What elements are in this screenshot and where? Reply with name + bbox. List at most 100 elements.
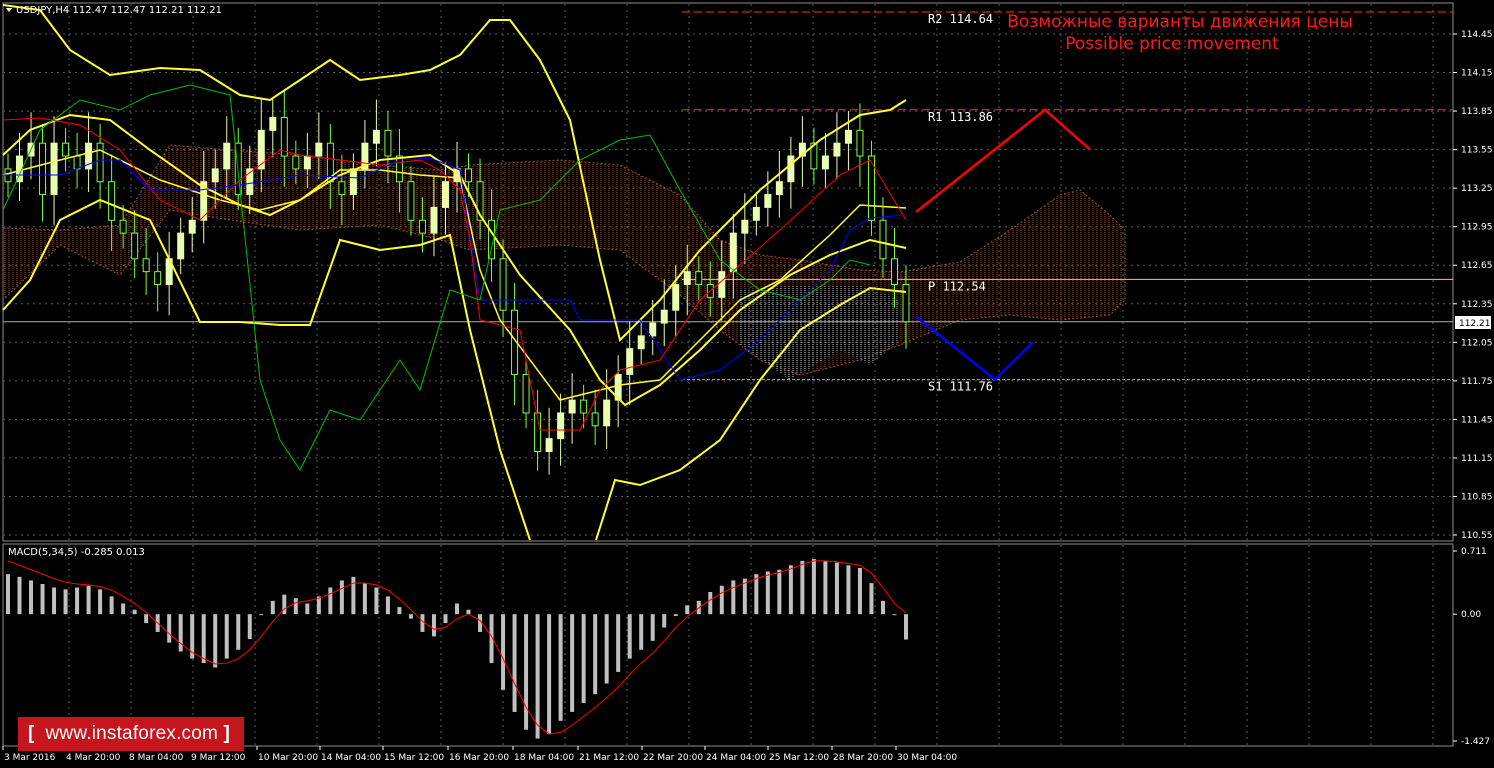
xtick-label: 30 Mar 04:00 [897, 753, 957, 763]
ytick-label: 112.35 [1461, 300, 1493, 310]
macd-bar [98, 589, 103, 615]
xtick-label: 14 Mar 04:00 [321, 753, 381, 763]
bull-candle [257, 129, 265, 170]
bear-candle [856, 129, 864, 157]
bull-candle [683, 271, 691, 285]
macd-bar [63, 589, 68, 615]
bull-candle [441, 181, 449, 208]
macd-bar [512, 614, 517, 712]
ytick-label: 111.15 [1461, 454, 1493, 464]
macd-bar [823, 560, 828, 615]
macd-bar [834, 562, 839, 615]
ytick-label: 110.55 [1461, 531, 1493, 541]
macd-bar [639, 614, 644, 650]
bear-candle [154, 271, 162, 285]
macd-bar [685, 605, 690, 615]
macd-bar [811, 559, 816, 615]
macd-bar [408, 614, 413, 619]
bear-candle [879, 219, 887, 260]
bull-candle [349, 168, 357, 196]
bull-candle [303, 155, 311, 170]
bear-candle [131, 232, 139, 260]
bracket-left: [ [28, 723, 35, 744]
macd-bar [178, 614, 183, 652]
macd-bar [132, 609, 137, 615]
macd-bar [558, 614, 563, 721]
macd-bar [662, 614, 667, 628]
macd-bar [328, 587, 333, 615]
usdjpy-h4-chart[interactable]: R2 114.64 R1 113.86 P 112.54 S1 111.76 114.… [0, 0, 1494, 768]
macd-bar [524, 614, 529, 730]
bull-candle [787, 155, 795, 183]
bull-candle [557, 412, 565, 440]
bear-candle [62, 142, 70, 157]
current-price-label: 112.21 [1459, 319, 1491, 329]
macd-bar [282, 594, 287, 615]
macd-bar [236, 614, 241, 650]
xtick-label: 22 Mar 20:00 [643, 753, 703, 763]
bull-candle [315, 142, 323, 157]
macd-bar [857, 567, 862, 615]
annotation-russian: Возможные варианты движения цены [1007, 12, 1353, 32]
macd-bar [6, 574, 10, 615]
bear-candle [142, 258, 150, 273]
bull-candle [50, 142, 58, 196]
bull-candle [188, 219, 196, 234]
xtick-label: 4 Mar 20:00 [66, 753, 121, 763]
macd-bar [144, 614, 149, 624]
bear-candle [695, 271, 703, 285]
macd-bar [397, 607, 402, 615]
xtick-label: 9 Mar 12:00 [191, 753, 246, 763]
macd-bar [673, 614, 678, 616]
macd-bar [362, 583, 367, 615]
bear-candle [890, 258, 898, 285]
bear-candle [108, 181, 116, 221]
macd-bar [247, 614, 252, 640]
macd-bar [213, 614, 218, 668]
macd-bar [293, 598, 298, 615]
macd-axis: 0.711 0.00 -1.427 [1453, 547, 1490, 747]
macd-bar [339, 580, 344, 615]
macd-bar [650, 614, 655, 641]
macd-bar [40, 583, 45, 615]
bull-candle [833, 142, 841, 157]
xtick-label: 25 Mar 12:00 [769, 753, 829, 763]
chart-menu-triangle-icon[interactable] [6, 8, 12, 12]
xtick-label: 16 Mar 20:00 [449, 753, 509, 763]
macd-bar [374, 587, 379, 615]
macd-grid [68, 545, 1434, 745]
bear-candle [407, 181, 415, 221]
macd-bar [904, 614, 908, 640]
macd-bar [501, 614, 506, 690]
macd-bar [731, 580, 736, 615]
bear-candle [96, 142, 104, 183]
ytick-label: 112.95 [1461, 223, 1493, 233]
bear-candle [465, 168, 473, 183]
macd-bar [201, 614, 206, 664]
bear-candle [418, 219, 426, 234]
macd-bar [800, 560, 805, 615]
macd-bar [270, 600, 275, 615]
bear-candle [119, 219, 127, 234]
macd-bar [52, 587, 57, 615]
macd-bar [570, 614, 575, 712]
macd-bar [765, 571, 770, 615]
macd-bar [167, 614, 172, 643]
macd-bar [719, 585, 724, 615]
ytick-label: 111.75 [1461, 377, 1493, 387]
level-label-p: P 112.54 [928, 279, 986, 293]
ytick-label: 113.85 [1461, 107, 1493, 117]
ytick-label: 112.05 [1461, 338, 1493, 348]
macd-bar [708, 591, 713, 615]
instaforex-watermark[interactable]: [ www.instaforex.com ] [18, 717, 244, 751]
macd-bar [627, 614, 632, 659]
bull-candle [821, 155, 829, 170]
bull-candle [844, 129, 852, 144]
macd-info: MACD(5,34,5) -0.285 0.013 [8, 547, 145, 558]
macd-bar [581, 614, 586, 704]
bull-candle [223, 142, 231, 170]
xtick-label: 24 Mar 04:00 [706, 753, 766, 763]
macd-bar [593, 614, 598, 695]
macd-ytick-label: 0.711 [1461, 547, 1487, 557]
bracket-right: ] [223, 723, 231, 744]
